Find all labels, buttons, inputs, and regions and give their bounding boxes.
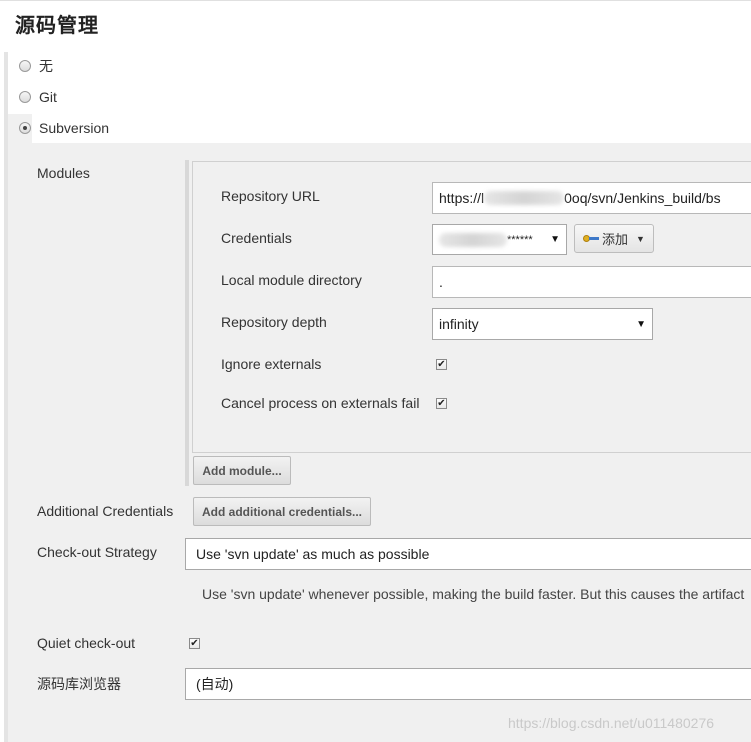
radio-git[interactable] <box>19 91 31 103</box>
credentials-label: Credentials <box>221 230 292 246</box>
ignore-externals-label: Ignore externals <box>221 356 322 372</box>
credentials-masked-password: ****** <box>507 233 533 246</box>
repo-browser-value: (自动) <box>196 676 234 692</box>
local-module-directory-label: Local module directory <box>221 272 362 288</box>
scm-option-none-label: 无 <box>39 58 53 74</box>
scm-option-git-label: Git <box>39 89 57 105</box>
checkmark-icon: ✔ <box>437 397 446 409</box>
add-credentials-button[interactable]: 添加 ▼ <box>574 224 654 253</box>
repository-depth-label: Repository depth <box>221 314 327 330</box>
checkmark-icon: ✔ <box>190 637 199 649</box>
key-icon <box>583 234 599 244</box>
repository-url-prefix: https://l <box>439 190 485 206</box>
repository-url-label: Repository URL <box>221 188 320 204</box>
chevron-down-icon: ▼ <box>636 233 645 244</box>
redacted-username <box>439 232 507 247</box>
top-rule <box>0 0 751 1</box>
checkmark-icon: ✔ <box>437 358 446 370</box>
page-title: 源码管理 <box>15 15 99 37</box>
scm-option-subversion[interactable]: Subversion <box>19 118 109 138</box>
local-module-directory-input[interactable]: . <box>432 266 751 298</box>
chevron-down-icon: ▼ <box>550 234 560 245</box>
quiet-checkout-checkbox[interactable]: ✔ <box>189 638 200 649</box>
module-drag-handle[interactable] <box>185 160 189 486</box>
cancel-on-externals-fail-checkbox[interactable]: ✔ <box>436 398 447 409</box>
radio-subversion[interactable] <box>19 122 31 134</box>
credentials-select[interactable]: ****** ▼ <box>432 224 567 255</box>
scm-option-none[interactable]: 无 <box>19 56 53 76</box>
repository-url-suffix: 0oq/svn/Jenkins_build/bs <box>564 190 721 206</box>
modules-label: Modules <box>37 165 90 181</box>
local-module-directory-value: . <box>439 274 443 290</box>
checkout-strategy-select[interactable]: Use 'svn update' as much as possible <box>185 538 751 570</box>
repo-browser-select[interactable]: (自动) <box>185 668 751 700</box>
radio-none[interactable] <box>19 60 31 72</box>
radio-selected-dot <box>23 126 27 130</box>
checkout-strategy-label: Check-out Strategy <box>37 544 157 560</box>
quiet-checkout-label: Quiet check-out <box>37 635 136 651</box>
additional-credentials-label: Additional Credentials <box>37 503 174 519</box>
add-credentials-label: 添加 <box>602 232 629 247</box>
redacted-host <box>484 191 565 205</box>
chevron-down-icon: ▼ <box>636 318 646 330</box>
ignore-externals-checkbox[interactable]: ✔ <box>436 359 447 370</box>
checkout-strategy-description: Use 'svn update' whenever possible, maki… <box>202 586 745 602</box>
cancel-on-externals-fail-label: Cancel process on externals fail <box>221 395 420 411</box>
add-additional-credentials-button[interactable]: Add additional credentials... <box>193 497 371 526</box>
repo-browser-label: 源码库浏览器 <box>37 676 121 692</box>
watermark: https://blog.csdn.net/u011480276 <box>508 715 715 731</box>
checkout-strategy-value: Use 'svn update' as much as possible <box>196 546 430 562</box>
repository-depth-select[interactable]: infinity ▼ <box>432 308 653 340</box>
add-module-button[interactable]: Add module... <box>193 456 291 485</box>
scm-option-subversion-label: Subversion <box>39 120 110 136</box>
repository-depth-value: infinity <box>439 316 479 332</box>
scm-option-git[interactable]: Git <box>19 87 57 107</box>
repository-url-input[interactable]: https://l 0oq/svn/Jenkins_build/bs <box>432 182 751 214</box>
